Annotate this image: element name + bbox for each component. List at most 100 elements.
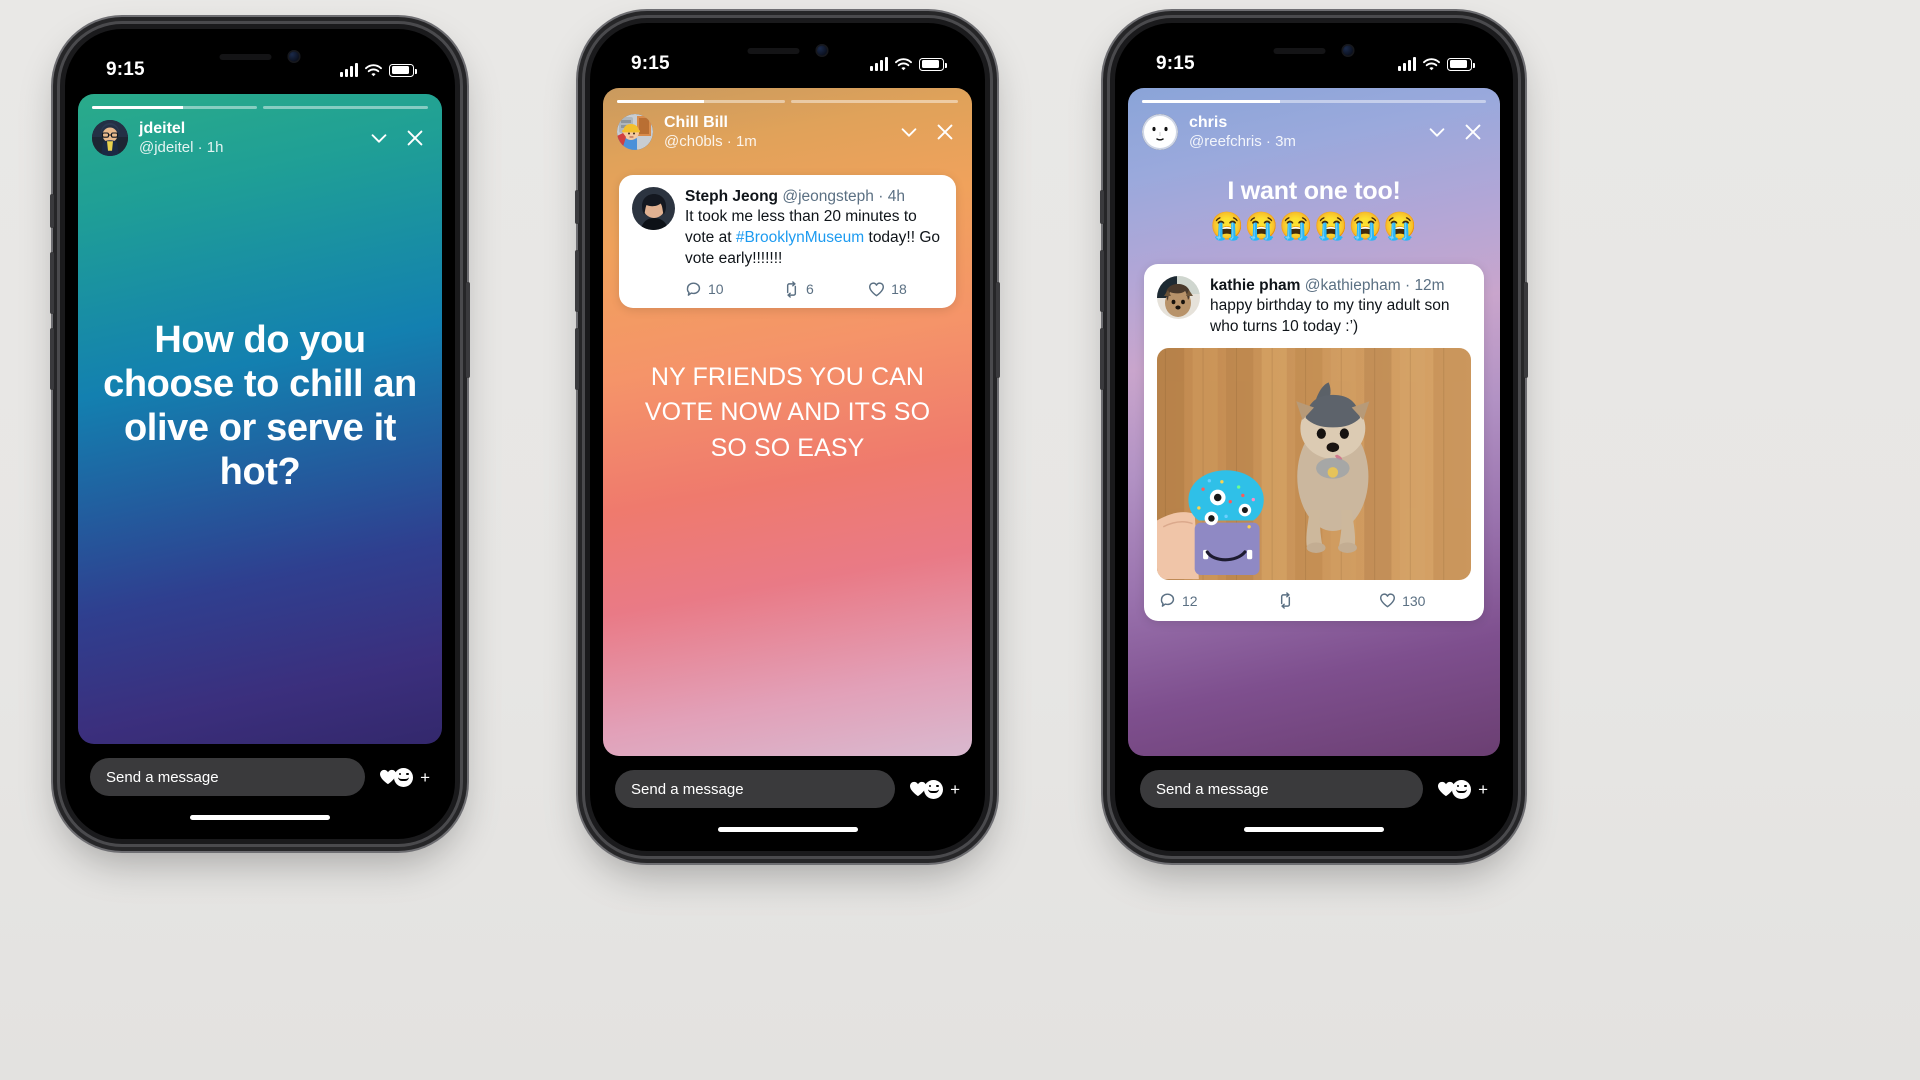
volume-down-button[interactable] xyxy=(575,328,579,390)
chevron-down-icon[interactable] xyxy=(368,127,390,149)
story-header-actions-1 xyxy=(368,127,428,149)
embedded-tweet-card-2[interactable]: Steph Jeong @jeongsteph · 4h It took me … xyxy=(619,174,956,308)
phone-screen-1: 9:15 jdeitel @jdeitel · 1h How do you ch… xyxy=(72,36,448,832)
power-button[interactable] xyxy=(996,282,1000,378)
spacer-top xyxy=(78,157,442,318)
story-progress-bar-2 xyxy=(603,88,972,103)
author-name: Chill Bill xyxy=(664,114,728,131)
reply-count: 12 xyxy=(1182,592,1198,609)
home-indicator[interactable] xyxy=(190,814,330,820)
tweet-content: kathie pham @kathiepham · 12m happy birt… xyxy=(1210,276,1471,338)
story-progress-bar-3 xyxy=(1128,88,1500,103)
volume-up-button[interactable] xyxy=(50,252,54,314)
tweet-timestamp: 12m xyxy=(1414,276,1445,294)
phone-mockup-2: 9:15 Chill Bill @ch0bls · 1m Steph Jeong… xyxy=(575,18,1000,856)
spacer-bottom xyxy=(1128,621,1500,756)
story-card-2[interactable]: Chill Bill @ch0bls · 1m Steph Jeong @jeo… xyxy=(603,88,972,756)
retweet-count: 6 xyxy=(806,281,814,298)
phone-screen-3: 9:15 chris @reefchris · 3m I want one to… xyxy=(1122,30,1506,844)
story-body-3: I want one too! 😭😭😭😭😭😭 kathie pham @kath… xyxy=(1128,151,1500,756)
notch-cluster xyxy=(219,50,301,63)
story-header-1: jdeitel @jdeitel · 1h xyxy=(78,109,442,157)
story-text-1: How do you choose to chill an olive or s… xyxy=(103,318,417,494)
send-message-input[interactable]: Send a message xyxy=(1140,770,1424,808)
spacer-bottom xyxy=(78,494,442,744)
front-camera-icon xyxy=(815,44,828,57)
smiley-face-icon[interactable] xyxy=(394,767,414,787)
mute-switch[interactable] xyxy=(50,194,54,228)
close-x-icon[interactable] xyxy=(404,127,426,149)
reply-stat[interactable]: 10 xyxy=(685,281,783,298)
like-stat[interactable]: 18 xyxy=(868,281,907,298)
retweet-stat[interactable] xyxy=(1277,592,1379,609)
story-header-2: Chill Bill @ch0bls · 1m xyxy=(603,103,972,151)
close-x-icon[interactable] xyxy=(934,121,956,143)
smiley-face-icon[interactable] xyxy=(1452,779,1472,799)
reply-count: 10 xyxy=(708,281,724,298)
tweet-stats: 12 130 xyxy=(1157,592,1471,611)
status-bar-2: 9:15 xyxy=(597,30,978,84)
tweet-text: It took me less than 20 minutes to vote … xyxy=(685,207,943,269)
story-headline-3: I want one too! xyxy=(1227,176,1401,205)
story-card-1[interactable]: jdeitel @jdeitel · 1h How do you choose … xyxy=(78,94,442,744)
front-camera-icon xyxy=(1341,44,1355,57)
volume-down-button[interactable] xyxy=(50,328,54,390)
story-composer-1: Send a message + xyxy=(72,744,448,802)
status-bar-1: 9:15 xyxy=(72,36,448,90)
author-name: chris xyxy=(1189,114,1228,131)
author-handle: @reefchris · 3m xyxy=(1189,132,1296,150)
author-name: jdeitel xyxy=(139,120,186,137)
avatar[interactable] xyxy=(632,186,675,230)
story-card-3[interactable]: chris @reefchris · 3m I want one too! 😭😭… xyxy=(1128,88,1500,756)
like-stat[interactable]: 130 xyxy=(1379,592,1425,609)
phone-screen-2: 9:15 Chill Bill @ch0bls · 1m Steph Jeong… xyxy=(597,30,978,844)
status-time: 9:15 xyxy=(631,53,670,74)
home-indicator[interactable] xyxy=(1244,826,1384,832)
send-message-input[interactable]: Send a message xyxy=(615,770,896,808)
white-circle-face-avatar-icon xyxy=(1142,114,1178,151)
home-indicator[interactable] xyxy=(717,826,858,832)
tweet-photo-yorkie-dog[interactable] xyxy=(1157,348,1471,581)
plus-icon[interactable]: + xyxy=(950,781,960,798)
chevron-down-icon[interactable] xyxy=(1426,121,1448,143)
plus-icon[interactable]: + xyxy=(420,769,430,786)
volume-up-button[interactable] xyxy=(1100,250,1104,312)
volume-down-button[interactable] xyxy=(1100,328,1104,390)
home-indicator-area-1 xyxy=(72,802,448,832)
send-message-input[interactable]: Send a message xyxy=(90,758,366,796)
screenshot-stage: 9:15 jdeitel @jdeitel · 1h How do you ch… xyxy=(0,0,1920,1080)
reply-stat[interactable]: 12 xyxy=(1159,592,1277,609)
battery-icon xyxy=(389,63,417,77)
mute-switch[interactable] xyxy=(1100,190,1104,224)
profile-photo-man-glasses-icon xyxy=(92,120,128,157)
avatar[interactable] xyxy=(92,120,128,157)
avatar[interactable] xyxy=(1157,275,1200,319)
status-bar-3: 9:15 xyxy=(1122,30,1506,84)
notch-cluster xyxy=(1273,44,1355,57)
hashtag-link[interactable]: #BrooklynMuseum xyxy=(736,229,864,246)
smiley-face-icon[interactable] xyxy=(924,779,944,799)
close-x-icon[interactable] xyxy=(1462,121,1484,143)
earpiece-speaker xyxy=(747,47,799,54)
volume-up-button[interactable] xyxy=(575,250,579,312)
power-button[interactable] xyxy=(466,282,470,378)
spacer-bottom xyxy=(603,466,972,756)
cellular-signal-icon xyxy=(1398,56,1416,71)
embedded-tweet-card-3[interactable]: kathie pham @kathiepham · 12m happy birt… xyxy=(1144,263,1484,622)
power-button[interactable] xyxy=(1524,282,1528,378)
story-author-2: Chill Bill @ch0bls · 1m xyxy=(664,114,887,151)
chevron-down-icon[interactable] xyxy=(898,121,920,143)
retweet-stat[interactable]: 6 xyxy=(783,281,868,298)
story-composer-3: Send a message + xyxy=(1122,756,1506,814)
like-count: 18 xyxy=(891,281,907,298)
mute-switch[interactable] xyxy=(575,190,579,224)
status-time: 9:15 xyxy=(106,59,145,80)
profile-photo-yorkie-dog-icon xyxy=(1157,275,1200,319)
plus-icon[interactable]: + xyxy=(1478,781,1488,798)
avatar[interactable] xyxy=(1142,114,1178,151)
tweet-separator: · xyxy=(1404,276,1411,294)
avatar[interactable] xyxy=(617,114,653,151)
earpiece-speaker xyxy=(1273,47,1326,54)
quick-reactions-2: + xyxy=(909,779,960,799)
reply-bubble-icon xyxy=(1160,593,1175,607)
